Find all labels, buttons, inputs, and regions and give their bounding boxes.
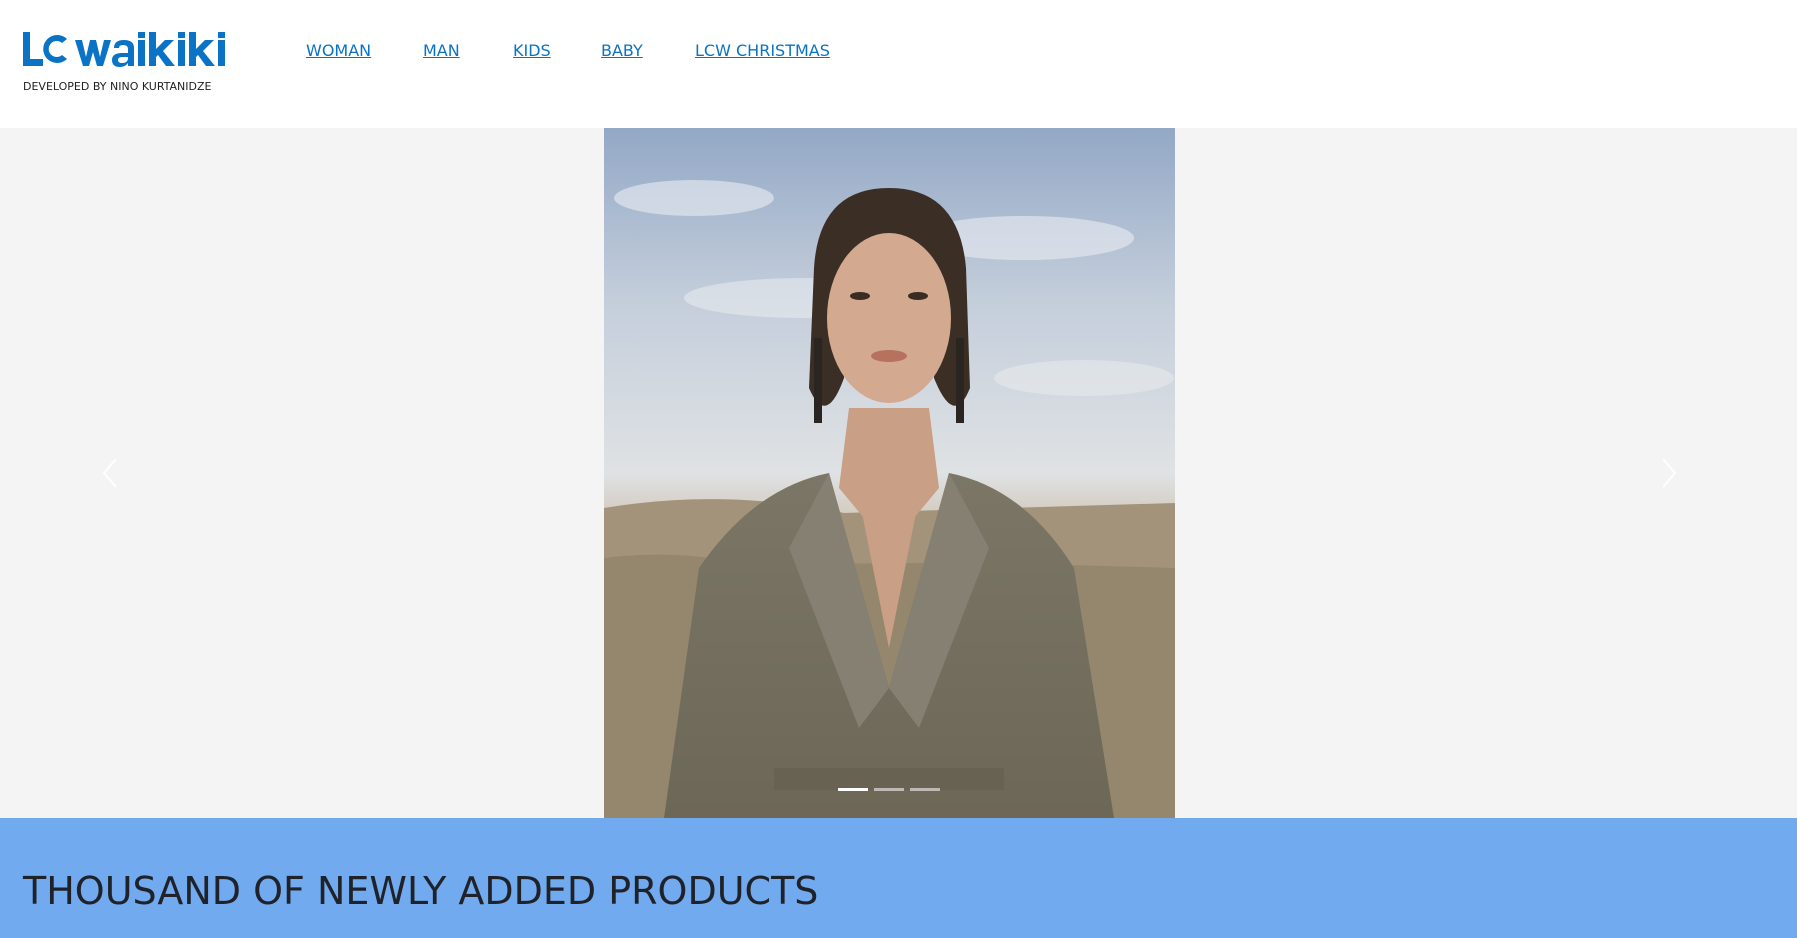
carousel-indicator-3[interactable] <box>910 788 940 791</box>
nav-link-lcw-christmas[interactable]: LCW CHRISTMAS <box>695 41 830 61</box>
fashion-model-photo <box>604 128 1175 818</box>
developer-credit: DEVELOPED BY NINO KURTANIDZE <box>23 80 212 93</box>
logo[interactable] <box>23 30 263 78</box>
carousel-indicators <box>838 788 940 791</box>
hero-slide-image <box>604 128 1175 818</box>
chevron-right-icon <box>1662 458 1677 488</box>
chevron-left-icon <box>102 458 117 488</box>
brand: DEVELOPED BY NINO KURTANIDZE <box>23 30 263 94</box>
banner-title: THOUSAND OF NEWLY ADDED PRODUCTS <box>23 869 819 913</box>
hero-carousel <box>0 128 1797 818</box>
nav-link-woman[interactable]: WOMAN <box>306 41 371 61</box>
carousel-indicator-1[interactable] <box>838 788 868 791</box>
carousel-indicator-2[interactable] <box>874 788 904 791</box>
carousel-prev-button[interactable] <box>96 453 126 493</box>
promo-banner: THOUSAND OF NEWLY ADDED PRODUCTS <box>0 818 1797 938</box>
lc-waikiki-logo-icon <box>23 32 225 67</box>
site-header: DEVELOPED BY NINO KURTANIDZE WOMAN MAN K… <box>0 0 1797 128</box>
nav-link-kids[interactable]: KIDS <box>513 41 551 61</box>
nav-link-man[interactable]: MAN <box>423 41 460 61</box>
carousel-next-button[interactable] <box>1653 453 1683 493</box>
nav-link-baby[interactable]: BABY <box>601 41 643 61</box>
